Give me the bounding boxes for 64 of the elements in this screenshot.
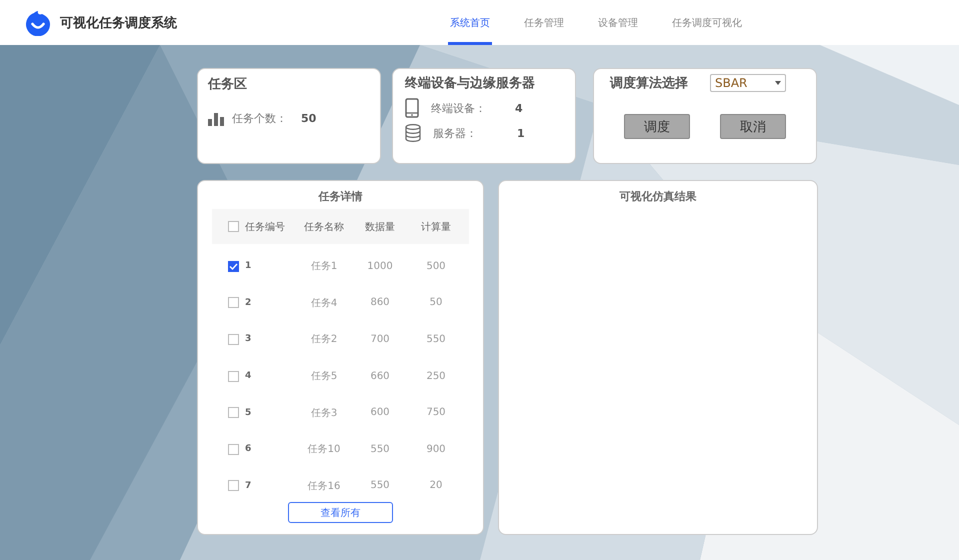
table-cell-text: 250 — [425, 370, 447, 382]
nav-tab[interactable]: 设备管理 — [596, 3, 640, 45]
table-cell-text: 任务1 — [310, 260, 338, 274]
table-cell-text: 1000 — [366, 260, 394, 272]
stat-label: 任务个数： — [232, 111, 287, 126]
action-button[interactable]: 调度 — [624, 114, 690, 139]
table-cell-text: 550 — [369, 480, 391, 492]
table-cell-text: 550 — [425, 334, 447, 345]
device-label: 终端设备： — [431, 100, 487, 116]
action-button[interactable]: 取消 — [720, 114, 786, 139]
table-cell-text: 700 — [369, 334, 391, 345]
table-cell-text: 50 — [428, 297, 444, 308]
checkbox[interactable] — [228, 297, 239, 308]
table-cell-text: 600 — [369, 407, 391, 418]
table-cell-text: 550 — [369, 444, 391, 455]
checkbox[interactable] — [228, 334, 239, 345]
table-cell: 4 — [245, 371, 252, 382]
table-cell: 7 — [245, 480, 252, 491]
nav-tab[interactable]: 任务管理 — [522, 3, 566, 45]
table-cell: 6 — [245, 444, 252, 454]
nav-tab[interactable]: 任务调度可视化 — [670, 3, 744, 45]
column-header: 任务编号 — [245, 220, 285, 234]
card-title: 可视化仿真结果 — [618, 189, 698, 204]
checkbox[interactable] — [228, 480, 239, 492]
table-cell-text: 900 — [425, 444, 447, 455]
checkbox[interactable] — [228, 444, 239, 455]
app-title: 可视化任务调度系统 — [60, 14, 177, 32]
table-cell: 3 — [245, 334, 252, 344]
caret-icon — [775, 81, 781, 85]
table-cell-text: 任务16 — [306, 480, 342, 493]
algorithm-select[interactable]: SBAR — [710, 74, 786, 92]
database-icon — [405, 124, 421, 142]
stat-value: 50 — [301, 112, 316, 125]
table-cell-text: 20 — [428, 480, 444, 492]
table-cell-text: 660 — [369, 370, 391, 382]
device-count: 1 — [517, 126, 525, 140]
card-title: 终端设备与边缘服务器 — [405, 75, 536, 92]
view-all-button[interactable]: 查看所有 — [288, 502, 393, 524]
table-cell: 5 — [245, 408, 252, 418]
bar-chart-icon — [208, 111, 224, 126]
checkbox[interactable] — [228, 260, 239, 272]
table-cell: 1 — [245, 261, 252, 272]
table-cell-text: 860 — [369, 297, 391, 308]
checkbox[interactable] — [228, 407, 239, 418]
logo-icon — [26, 10, 50, 36]
device-label: 服务器： — [433, 126, 478, 140]
table-cell-text: 任务10 — [306, 443, 342, 456]
table-cell-text: 任务5 — [310, 370, 338, 384]
card-title: 调度算法选择 — [610, 74, 688, 92]
card-title: 任务详情 — [318, 189, 362, 204]
card-title: 任务区 — [208, 76, 248, 93]
table-cell-text: 任务2 — [310, 333, 338, 346]
phone-icon — [405, 98, 419, 118]
table-cell-text: 任务4 — [310, 296, 338, 310]
table-cell-text: 750 — [425, 407, 447, 418]
column-header: 任务名称 — [303, 220, 345, 234]
column-header: 数据量 — [364, 220, 396, 234]
checkbox[interactable] — [228, 370, 239, 382]
column-header: 计算量 — [420, 220, 452, 234]
table-cell-text: 500 — [425, 260, 447, 272]
table-cell: 2 — [245, 298, 252, 308]
device-count: 4 — [515, 102, 523, 114]
checkbox[interactable] — [228, 221, 239, 232]
table-cell-text: 任务3 — [310, 406, 338, 420]
